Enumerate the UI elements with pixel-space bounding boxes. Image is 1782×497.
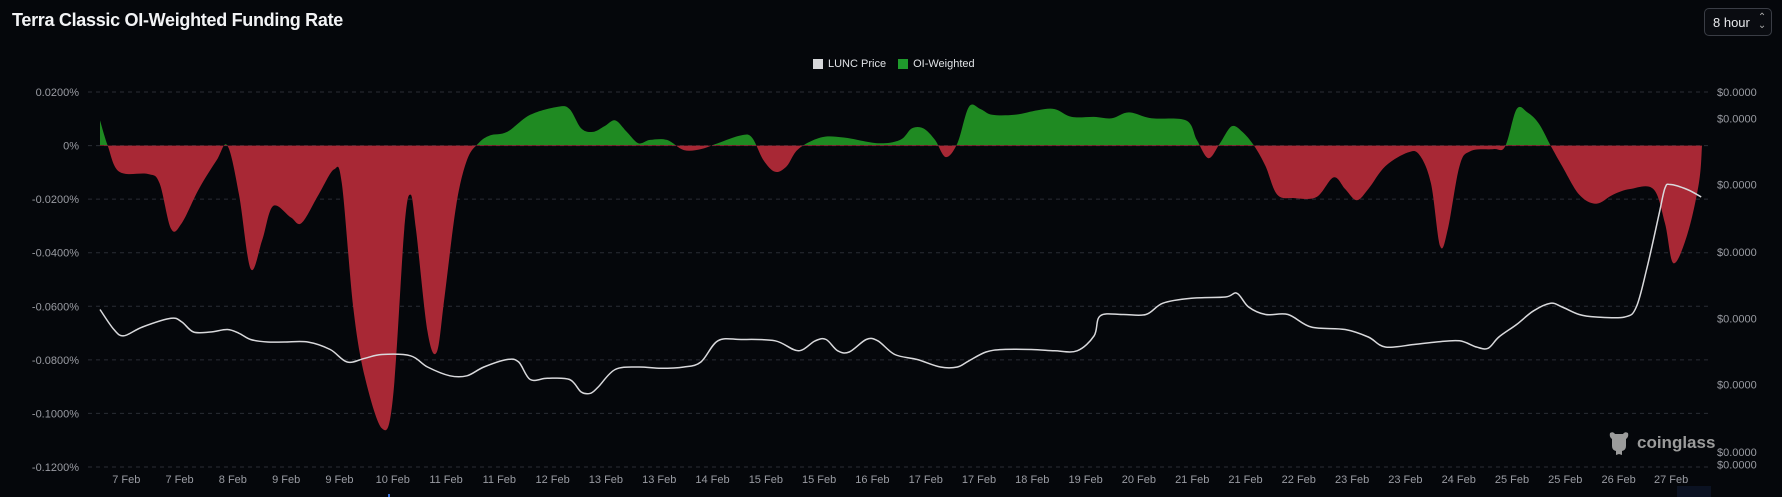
x-axis-tick-label: 12 Feb [536, 474, 570, 486]
x-axis-tick-label: 19 Feb [1068, 474, 1102, 486]
x-axis-tick-label: 13 Feb [642, 474, 676, 486]
x-axis-tick-label: 23 Feb [1335, 474, 1369, 486]
right-axis-tick-label: $0.0000 [1717, 247, 1757, 259]
chart-scroll-handle[interactable] [1677, 486, 1711, 497]
x-axis-tick-label: 27 Feb [1654, 474, 1688, 486]
left-axis-tick-label: -0.0200% [32, 194, 79, 206]
x-axis-tick-label: 11 Feb [483, 474, 516, 486]
x-axis-tick-label: 18 Feb [1015, 474, 1049, 486]
x-axis-tick-label: 13 Feb [589, 474, 623, 486]
left-axis-tick-label: -0.1200% [32, 462, 79, 474]
x-axis-tick-label: 23 Feb [1388, 474, 1422, 486]
x-axis-tick-label: 15 Feb [802, 474, 836, 486]
x-axis-tick-label: 16 Feb [855, 474, 889, 486]
left-axis-tick-label: -0.0800% [32, 355, 79, 367]
right-axis-tick-label: $0.0000 [1717, 380, 1757, 392]
x-axis-tick-label: 10 Feb [376, 474, 410, 486]
right-axis-tick-label: $0.0000 [1717, 460, 1757, 472]
watermark-text: coinglass [1637, 433, 1716, 452]
x-axis-tick-label: 21 Feb [1175, 474, 1209, 486]
right-axis: $0.0000$0.0000$0.0000$0.0000$0.0000$0.00… [1717, 87, 1757, 472]
right-axis-tick-label: $0.0000 [1717, 313, 1757, 325]
left-axis: 0.0200% 0% -0.0200% -0.0400% -0.0600% -0.0800… [32, 87, 79, 474]
right-axis-tick-label: $0.0000 [1717, 180, 1757, 192]
funding-negative-area [100, 145, 1702, 431]
x-axis-tick-label: 24 Feb [1442, 474, 1476, 486]
coinglass-watermark: coinglass [1607, 430, 1715, 456]
left-axis-tick-label: 0.0200% [36, 87, 80, 99]
x-axis-tick-label: 11 Feb [429, 474, 462, 486]
x-axis-tick-label: 14 Feb [695, 474, 729, 486]
x-axis-tick-label: 22 Feb [1282, 474, 1316, 486]
lunc-price-line [99, 183, 1702, 395]
funding-area [100, 104, 1702, 431]
x-axis-tick-label: 20 Feb [1122, 474, 1156, 486]
x-axis-tick-label: 25 Feb [1548, 474, 1582, 486]
x-axis-tick-label: 26 Feb [1601, 474, 1635, 486]
x-axis-tick-label: 7 Feb [112, 474, 140, 486]
right-axis-tick-label: $0.0000 [1717, 87, 1757, 99]
left-axis-tick-label: 0% [63, 141, 79, 153]
x-axis-tick-label: 17 Feb [962, 474, 996, 486]
x-axis-tick-label: 21 Feb [1228, 474, 1262, 486]
left-axis-tick-label: -0.0600% [32, 301, 79, 313]
x-axis-tick-label: 7 Feb [165, 474, 193, 486]
x-axis-tick-label: 9 Feb [272, 474, 300, 486]
x-axis: 7 Feb 7 Feb 8 Feb 9 Feb 9 Feb 10 Feb 11 Feb 11 … [112, 474, 1688, 486]
funding-rate-chart: 0.0200% 0% -0.0200% -0.0400% -0.0600% -0.0800… [32, 87, 1757, 486]
left-axis-tick-label: -0.1000% [32, 408, 79, 420]
price-line-group [99, 183, 1702, 395]
right-axis-tick-label: $0.0000 [1717, 113, 1757, 125]
x-axis-tick-label: 8 Feb [219, 474, 247, 486]
left-axis-tick-label: -0.0400% [32, 248, 79, 260]
x-axis-tick-label: 9 Feb [325, 474, 353, 486]
right-axis-tick-label: $0.0000 [1717, 447, 1757, 459]
coinglass-logo-icon [1609, 432, 1629, 455]
x-axis-tick-label: 25 Feb [1495, 474, 1529, 486]
x-axis-tick-label: 15 Feb [749, 474, 783, 486]
x-axis-tick-label: 17 Feb [909, 474, 943, 486]
